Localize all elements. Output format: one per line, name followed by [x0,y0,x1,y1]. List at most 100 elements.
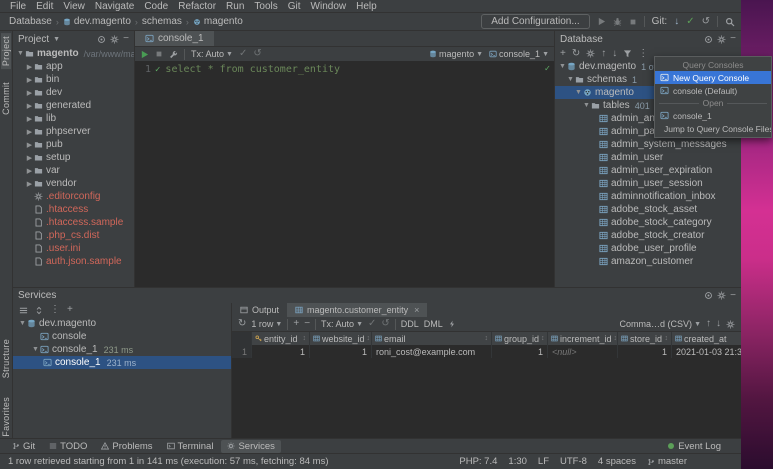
git-branch-widget[interactable]: master [647,456,687,467]
tree-row-file[interactable]: .editorconfig [13,190,134,203]
code-line[interactable]: 1 ✓ select * from customer_entity [135,63,554,76]
tree-row-file[interactable]: .php_cs.dist [13,229,134,242]
new-datasource-icon[interactable]: + [560,48,566,59]
cell-group-id[interactable]: 1 [492,345,548,358]
revert-icon[interactable]: ↺ [381,319,389,329]
row-number-cell[interactable]: 1 [232,345,252,358]
gear-icon[interactable] [726,320,735,329]
tree-row-folder[interactable]: ▶ phpserver [13,125,134,138]
chevron-expanded-icon[interactable]: ▼ [582,102,591,109]
chevron-collapsed-icon[interactable]: ▶ [25,102,34,110]
run-icon[interactable] [597,17,606,26]
db-tree-table[interactable]: adobe_user_profile [555,242,741,255]
services-datasource-row[interactable]: ▼ dev.magento [13,317,231,330]
tree-row-folder[interactable]: ▶ vendor [13,177,134,190]
project-root-row[interactable]: ▼ magento /var/www/magento [13,47,134,60]
breadcrumb-database[interactable]: Database [6,16,55,27]
gear-icon[interactable] [717,291,726,300]
tab-output[interactable]: Output [232,303,287,317]
sort-icon[interactable]: ↕ [485,335,489,342]
chevron-down-icon[interactable]: ▼ [53,36,60,43]
add-service-icon[interactable]: + [67,305,73,315]
collapse-icon[interactable]: ↓ [612,48,617,59]
menu-file[interactable]: File [5,0,31,13]
popup-item-jump-to-files[interactable]: Jump to Query Console Files [655,122,771,135]
chevron-expanded-icon[interactable]: ▼ [16,50,25,57]
db-tree-table[interactable]: admin_user [555,151,741,164]
toolwindow-button-todo[interactable]: TODO [43,440,93,453]
sort-icon[interactable]: ↕ [665,335,669,342]
git-update-icon[interactable]: ↓ [674,16,679,27]
cell-entity-id[interactable]: 1 [252,345,310,358]
menu-navigate[interactable]: Navigate [90,0,139,13]
tree-row-folder[interactable]: ▶ generated [13,99,134,112]
rollback-tx-icon[interactable]: ↺ [253,49,261,59]
grid-corner-cell[interactable] [232,332,252,345]
menu-help[interactable]: Help [351,0,382,13]
tree-row-file[interactable]: .htaccess.sample [13,216,134,229]
menu-tools[interactable]: Tools [249,0,282,13]
git-commit-icon[interactable]: ✓ [686,16,694,27]
sql-statement[interactable]: select * from customer_entity [165,64,340,75]
tree-row-file[interactable]: .user.ini [13,242,134,255]
sort-icon[interactable]: ↕ [303,335,307,342]
tree-row-file[interactable]: .htaccess [13,203,134,216]
db-tree-table[interactable]: adobe_stock_category [555,216,741,229]
stop-icon[interactable] [155,50,163,58]
cell-increment-id[interactable]: <null> [548,345,618,358]
export-format-selector[interactable]: Comma…d (CSV) ▼ [620,319,701,329]
breadcrumb-schemas[interactable]: schemas [139,16,185,27]
ddl-button[interactable]: DDL [401,319,419,329]
filter-funnel-icon[interactable] [623,49,632,58]
db-tree-table[interactable]: adobe_stock_asset [555,203,741,216]
tree-row-folder[interactable]: ▶ app [13,60,134,73]
sort-icon[interactable]: ↕ [367,335,371,342]
db-tree-table[interactable]: admin_user_expiration [555,164,741,177]
execute-icon[interactable] [140,50,149,59]
breadcrumb-datasource[interactable]: dev.magento [60,16,134,27]
services-console1-row[interactable]: ▼ console_1 231 ms [13,343,231,356]
toolwindow-button-structure[interactable]: Structure [1,336,11,381]
page-size-selector[interactable]: 1 row ▼ [251,319,282,329]
debug-bug-icon[interactable] [613,17,622,26]
chevron-expanded-icon[interactable]: ▼ [566,76,575,83]
tx-mode-selector[interactable]: Tx: Auto ▼ [321,319,363,329]
inspections-ok-icon[interactable]: ✓ [545,64,550,74]
column-header-email[interactable]: email ↕ [372,332,492,345]
db-tree-table[interactable]: admin_user_session [555,177,741,190]
cell-website-id[interactable]: 1 [310,345,372,358]
tab-result-grid[interactable]: magento.customer_entity × [287,303,428,317]
db-tree-table[interactable]: adobe_stock_creator [555,229,741,242]
export-icon[interactable]: ↑ [706,319,711,329]
column-header-created-at[interactable]: created_at [672,332,741,345]
reload-page-icon[interactable]: ↻ [238,319,246,329]
sort-icon[interactable]: ↕ [614,335,617,342]
git-rollback-icon[interactable]: ↺ [702,16,710,27]
menu-run[interactable]: Run [221,0,249,13]
tx-mode-selector[interactable]: Tx: Auto ▼ [191,49,233,59]
gear-icon[interactable] [717,35,726,44]
menu-window[interactable]: Window [306,0,352,13]
chevron-collapsed-icon[interactable]: ▶ [25,167,34,175]
caret-position-widget[interactable]: 1:30 [508,456,527,467]
toolwindow-button-commit[interactable]: Commit [1,79,11,118]
code-area[interactable]: 1 ✓ select * from customer_entity ✓ [135,61,554,76]
more-options-icon[interactable]: ⋮ [638,48,648,59]
dml-button[interactable]: DML [424,319,443,329]
toolwindow-button-git[interactable]: Git [6,440,41,453]
chevron-collapsed-icon[interactable]: ▶ [25,154,34,162]
popup-item-new-query-console[interactable]: New Query Console [655,71,771,84]
tree-row-folder[interactable]: ▶ setup [13,151,134,164]
chevron-collapsed-icon[interactable]: ▶ [25,63,34,71]
locate-icon[interactable] [704,35,713,44]
cell-email[interactable]: roni_cost@example.com [372,345,492,358]
chevron-expanded-icon[interactable]: ▼ [574,89,583,96]
close-tab-icon[interactable]: × [414,305,419,315]
schema-switcher[interactable]: magento ▼ [429,49,483,59]
locate-icon[interactable] [704,291,713,300]
tree-row-folder[interactable]: ▶ var [13,164,134,177]
menu-edit[interactable]: Edit [31,0,58,13]
db-tree-table[interactable]: amazon_customer [555,255,741,268]
more-options-icon[interactable]: ⋮ [50,305,60,315]
services-console1-result-row[interactable]: console_1 231 ms [13,356,231,369]
